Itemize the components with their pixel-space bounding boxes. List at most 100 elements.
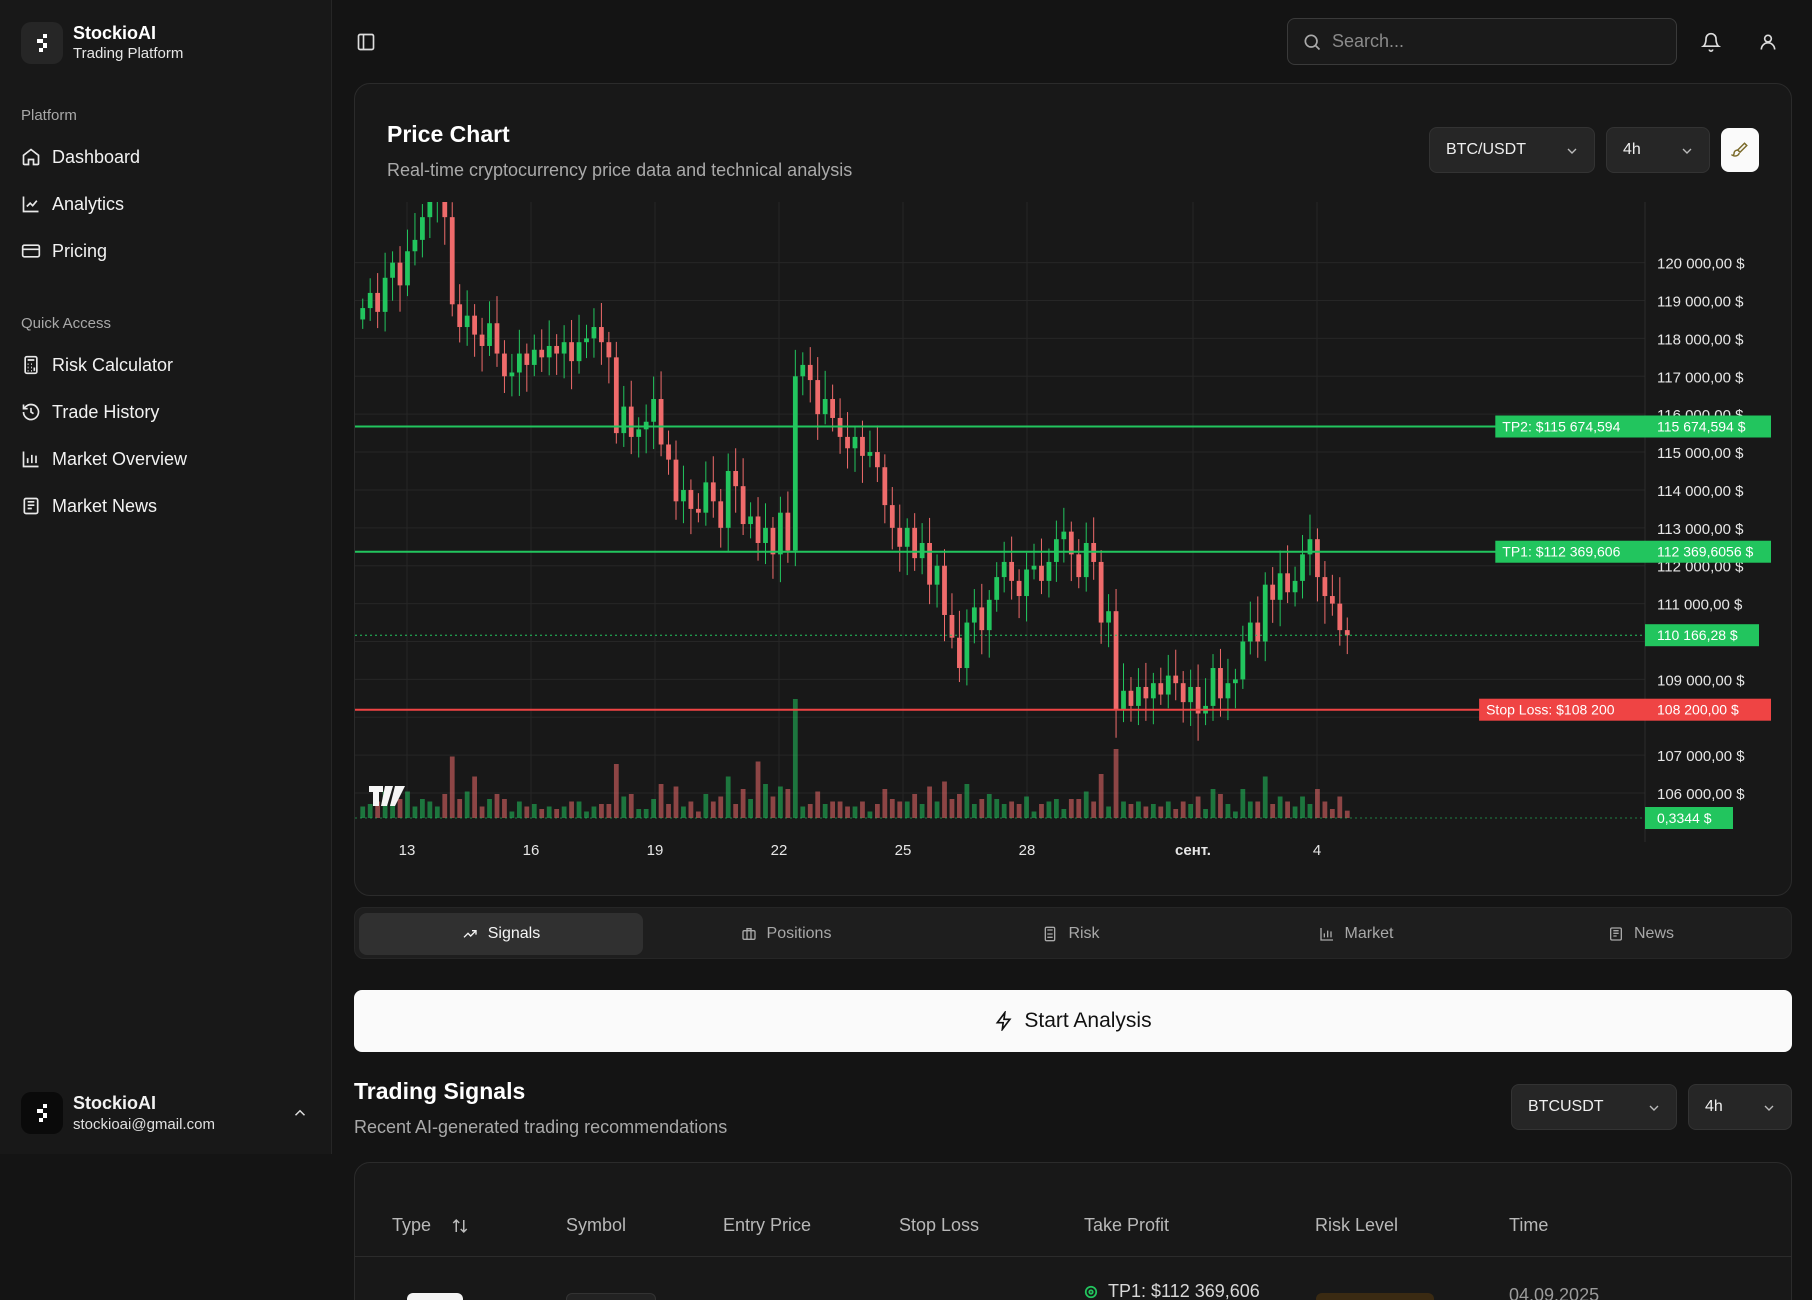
sidebar-item-dashboard[interactable]: Dashboard: [21, 142, 140, 172]
candle-body: [919, 542, 925, 559]
candle-body: [584, 338, 589, 343]
candle-body: [1322, 577, 1328, 597]
notifications-button[interactable]: [1697, 28, 1725, 56]
volume-bar: [457, 799, 463, 818]
tab-positions[interactable]: Positions: [644, 913, 928, 955]
candle-body: [979, 607, 985, 631]
chevron-down-icon: [1764, 1105, 1774, 1111]
signals-interval-select[interactable]: 4h: [1688, 1084, 1792, 1130]
newspaper-icon: [1609, 927, 1622, 941]
chevron-up-icon: [294, 1109, 306, 1116]
panel-left-icon: [357, 33, 375, 51]
candle-body: [1136, 686, 1141, 706]
candle-body: [1262, 584, 1268, 642]
level-price-tag: 115 674,594 $: [1657, 419, 1746, 435]
interval-select[interactable]: 4h: [1606, 127, 1710, 173]
candlestick-chart[interactable]: 120 000,00 $ 119 000,00 $ 118 000,00 $ 117 …: [355, 202, 1791, 892]
section-label-platform: Platform: [21, 107, 77, 124]
signals-subtitle: Recent AI-generated trading recommendati…: [354, 1117, 728, 1137]
candle-body: [420, 217, 425, 240]
volume-bar: [1083, 791, 1089, 818]
tab-market[interactable]: Market: [1214, 913, 1498, 955]
tab-signals[interactable]: Signals: [359, 913, 643, 955]
clear-drawings-button[interactable]: [1721, 128, 1759, 172]
column-entry-price: Entry Price: [723, 1215, 812, 1235]
volume-bar: [725, 776, 731, 818]
candle-body: [666, 444, 671, 460]
candle-body: [1247, 622, 1253, 642]
volume-bar: [531, 804, 537, 818]
profile-button[interactable]: [1754, 28, 1782, 56]
candle-body: [1150, 683, 1156, 699]
y-tick-label: 106 000,00 $: [1657, 786, 1745, 803]
candle-body: [882, 467, 888, 506]
volume-bar: [591, 806, 597, 818]
price-chart-subtitle: Real-time cryptocurrency price data and …: [387, 160, 853, 180]
candle-body: [695, 508, 701, 513]
sidebar-item-analytics[interactable]: Analytics: [21, 189, 124, 219]
volume-bar: [845, 806, 850, 818]
brand[interactable]: StockioAI Trading Platform: [21, 22, 183, 64]
level-label: TP2: $115 674,594: [1502, 419, 1620, 435]
volume-bar: [658, 784, 664, 818]
line-chart-icon: [22, 196, 39, 213]
chevron-down-icon: [1649, 1105, 1659, 1111]
home-icon: [22, 148, 40, 166]
candle-body: [1113, 611, 1119, 710]
candle-body: [606, 342, 612, 358]
candle-body: [800, 364, 806, 377]
signals-symbol-value: BTCUSDT: [1528, 1098, 1604, 1115]
sidebar-toggle-button[interactable]: [352, 28, 380, 56]
column-symbol: Symbol: [566, 1215, 627, 1235]
credit-card-icon: [21, 244, 41, 258]
candle-body: [942, 565, 947, 615]
candle-body: [502, 353, 507, 377]
sidebar-item-market-overview[interactable]: Market Overview: [21, 444, 187, 474]
volume-bar: [1292, 806, 1298, 818]
brand-logo: [21, 22, 63, 64]
start-analysis-button[interactable]: Start Analysis: [354, 990, 1792, 1052]
search-input[interactable]: [1332, 31, 1652, 52]
user-menu[interactable]: StockioAI stockioai@gmail.com: [21, 1092, 317, 1135]
search-box[interactable]: [1287, 18, 1677, 65]
candle-body: [1001, 561, 1007, 578]
volume-bar: [1329, 809, 1335, 818]
candle-body: [1076, 554, 1082, 578]
candle-body: [785, 512, 791, 551]
column-type[interactable]: Type: [392, 1215, 469, 1236]
candle-body: [815, 380, 821, 415]
signals-interval-value: 4h: [1705, 1098, 1723, 1115]
candle-body: [1240, 641, 1246, 680]
candle-body: [591, 327, 597, 339]
volume-bar: [1136, 801, 1141, 818]
sidebar-item-trade-history[interactable]: Trade History: [21, 397, 159, 427]
sidebar-item-label: Pricing: [52, 240, 108, 261]
sidebar-item-pricing[interactable]: Pricing: [21, 236, 107, 266]
candle-body: [628, 406, 634, 437]
tab-news[interactable]: News: [1499, 913, 1783, 955]
candle-body: [710, 482, 716, 502]
candle-body: [1285, 573, 1290, 593]
volume-bar: [554, 809, 560, 818]
candle-body: [681, 489, 686, 502]
y-tick-label: 118 000,00 $: [1657, 331, 1744, 348]
sidebar-item-market-news[interactable]: Market News: [21, 491, 157, 521]
x-tick-label: 19: [647, 842, 664, 859]
column-take-profit: Take Profit: [1084, 1215, 1170, 1235]
tab-label: News: [1633, 925, 1674, 942]
pair-select[interactable]: BTC/USDT: [1429, 127, 1595, 173]
volume-bar: [427, 801, 433, 818]
column-time: Time: [1509, 1215, 1549, 1235]
volume-bar: [874, 804, 880, 818]
volume-bar: [1300, 796, 1305, 818]
tab-risk[interactable]: Risk: [929, 913, 1213, 955]
y-tick-label: 109 000,00 $: [1657, 672, 1745, 689]
volume-bar: [636, 809, 642, 818]
candle-body: [449, 217, 455, 305]
candle-body: [457, 304, 463, 328]
candle-body: [554, 345, 560, 354]
signals-symbol-select[interactable]: BTCUSDT: [1511, 1084, 1677, 1130]
sidebar-item-risk-calculator[interactable]: Risk Calculator: [21, 350, 173, 380]
volume-bar: [584, 811, 589, 818]
candle-body: [1009, 561, 1015, 581]
